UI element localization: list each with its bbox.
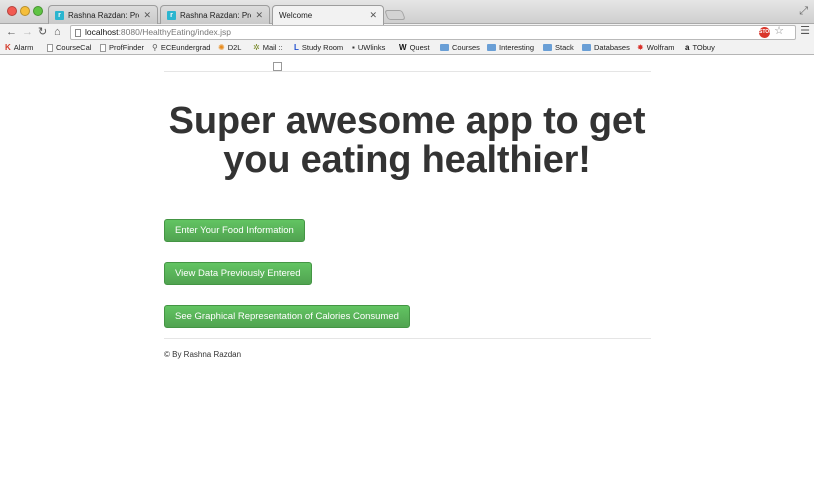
bookmark-quest[interactable]: W Quest — [399, 43, 430, 52]
bookmark-eceundergrad[interactable]: ⚲ ECEundergrad — [152, 43, 210, 52]
page-icon — [75, 29, 81, 37]
close-window-icon[interactable] — [7, 6, 17, 16]
folder-icon — [543, 44, 552, 51]
folder-icon — [487, 44, 496, 51]
zoom-window-icon[interactable] — [33, 6, 43, 16]
bookmark-label: ProfFinder — [109, 43, 145, 52]
bookmark-label: D2L — [227, 43, 242, 52]
bookmark-label: Courses — [452, 43, 480, 52]
browser-tab-strip: r Rashna Razdan: Projects ✕ r Rashna Raz… — [0, 0, 814, 71]
bookmark-label: TObuy — [692, 43, 715, 52]
camera-icon: ▪ — [352, 43, 355, 52]
bookmark-proffinder[interactable]: ProfFinder — [100, 43, 144, 52]
reload-icon[interactable]: ↻ — [38, 25, 47, 40]
bookmark-label: Mail :: — [262, 43, 283, 52]
bookmark-d2l[interactable]: ✺ D2L — [218, 43, 241, 52]
bookmark-label: Interesting — [499, 43, 535, 52]
enter-food-button[interactable]: Enter Your Food Information — [164, 219, 305, 242]
rr-favicon-icon: r — [55, 11, 64, 20]
menu-icon[interactable]: ☰ — [800, 24, 810, 37]
gear-icon: ✲ — [253, 43, 260, 52]
doc-icon — [47, 43, 53, 52]
adblock-stop-icon[interactable]: STOP — [759, 27, 773, 38]
bookmark-label: Quest — [409, 43, 430, 52]
bookmark-interesting[interactable]: Interesting — [487, 43, 534, 52]
browser-tab[interactable]: r Rashna Razdan: Projects ✕ — [48, 5, 158, 25]
bookmark-label: ECEundergrad — [160, 43, 211, 52]
k-icon: K — [5, 43, 11, 52]
bookmark-coursecal[interactable]: CourseCal — [47, 43, 91, 52]
bookmark-label: Wolfram — [646, 43, 675, 52]
wolfram-icon: ✸ — [637, 43, 644, 52]
bookmark-study-room[interactable]: L Study Room — [294, 43, 343, 52]
l-icon: L — [294, 43, 299, 52]
url-host: localhost — [85, 27, 119, 37]
bookmark-label: CourseCal — [56, 43, 92, 52]
browser-toolbar: ← → ↻ ⌂ localhost:8080/HealthyEating/ind… — [0, 24, 814, 41]
close-tab-icon[interactable]: ✕ — [369, 10, 377, 21]
sun-icon: ✺ — [218, 43, 225, 52]
bookmark-label: Stack — [555, 43, 574, 52]
link-icon: ⚲ — [152, 43, 158, 52]
bookmarks-bar: K Alarm CourseCal ProfFinder ⚲ ECEundergra… — [0, 41, 814, 55]
bookmark-uwlinks[interactable]: ▪ UWlinks — [352, 43, 385, 52]
close-tab-icon[interactable]: ✕ — [143, 10, 151, 21]
doc-icon — [100, 43, 106, 52]
page-title: Super awesome app to get you eating heal… — [168, 100, 646, 181]
new-tab-button[interactable] — [384, 10, 406, 20]
close-tab-icon[interactable]: ✕ — [255, 10, 263, 21]
tab-title: Welcome — [279, 11, 313, 20]
back-arrow-icon[interactable]: ← — [6, 25, 17, 40]
bookmark-stack[interactable]: Stack — [543, 43, 574, 52]
w-icon: W — [399, 43, 407, 52]
bookmark-alarm[interactable]: K Alarm — [5, 43, 33, 52]
url-path: :8080/HealthyEating/index.jsp — [118, 27, 232, 37]
top-divider — [164, 71, 651, 72]
folder-icon — [582, 44, 591, 51]
bookmark-databases[interactable]: Databases — [582, 43, 630, 52]
folder-icon — [440, 44, 449, 51]
fullscreen-icon[interactable]: ⤢ — [799, 5, 808, 18]
page-favicon-icon — [273, 62, 282, 71]
page-content: Super awesome app to get you eating heal… — [0, 56, 814, 501]
address-bar[interactable]: localhost:8080/HealthyEating/index.jsp S… — [70, 25, 796, 40]
bookmark-label: Study Room — [301, 43, 344, 52]
footer-divider — [164, 338, 651, 339]
view-data-button[interactable]: View Data Previously Entered — [164, 262, 312, 285]
bookmark-courses[interactable]: Courses — [440, 43, 480, 52]
browser-tab[interactable]: r Rashna Razdan: Projects ✕ — [160, 5, 270, 25]
bookmark-label: Databases — [594, 43, 630, 52]
browser-tab-active[interactable]: Welcome ✕ — [272, 5, 384, 71]
rr-favicon-icon: r — [167, 11, 176, 20]
calorie-graph-button[interactable]: See Graphical Representation of Calories… — [164, 305, 410, 328]
minimize-window-icon[interactable] — [20, 6, 30, 16]
bookmark-mail[interactable]: ✲ Mail :: — [253, 43, 283, 52]
tab-title: Rashna Razdan: Projects — [180, 11, 251, 20]
forward-arrow-icon[interactable]: → — [22, 25, 33, 40]
bookmark-star-icon[interactable]: ☆ — [774, 25, 784, 38]
bookmark-tobuy[interactable]: a TObuy — [685, 43, 715, 52]
footer-text: © By Rashna Razdan — [164, 350, 242, 359]
bookmark-wolfram[interactable]: ✸ Wolfram — [637, 43, 674, 52]
home-icon[interactable]: ⌂ — [54, 25, 61, 40]
bookmark-label: UWlinks — [357, 43, 386, 52]
bookmark-label: Alarm — [13, 43, 34, 52]
tab-title: Rashna Razdan: Projects — [68, 11, 139, 20]
amazon-icon: a — [685, 43, 690, 52]
